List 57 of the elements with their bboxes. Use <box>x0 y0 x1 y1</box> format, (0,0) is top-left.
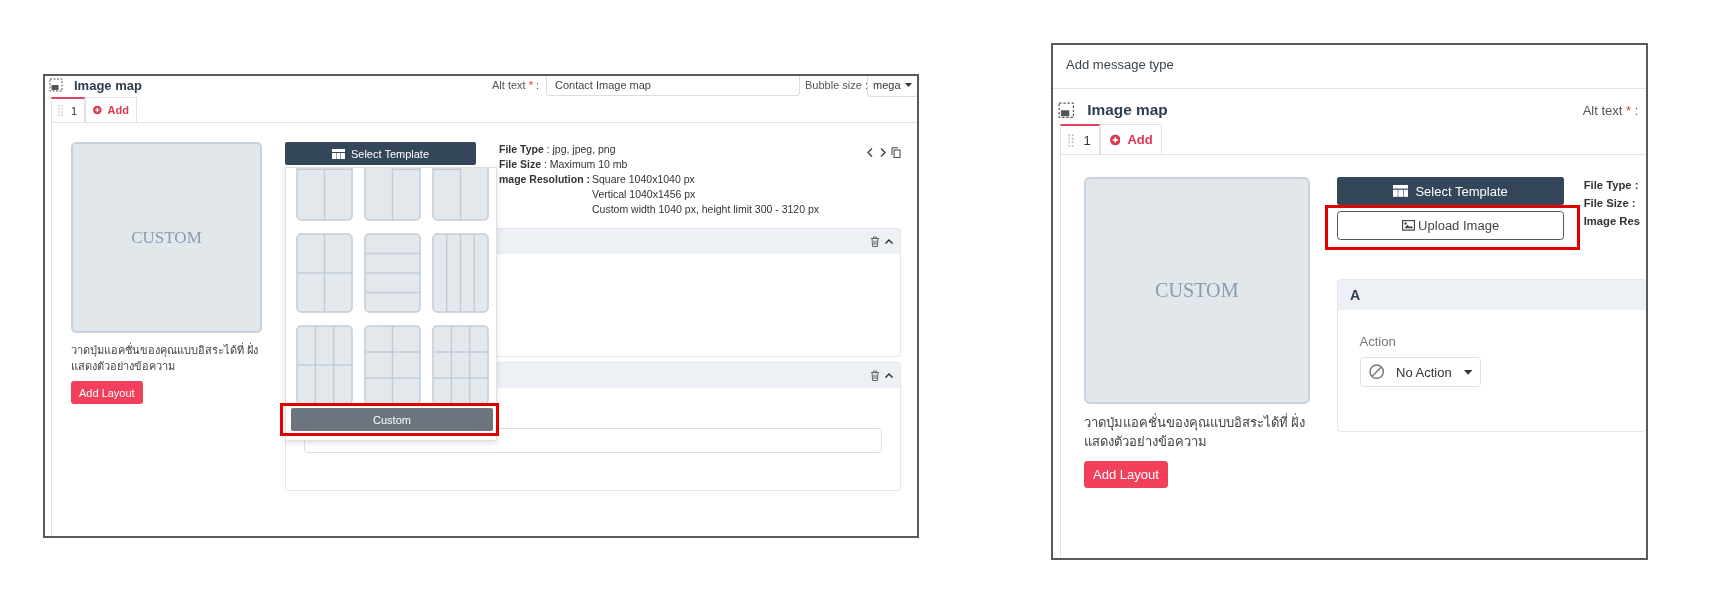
image-icon <box>1401 220 1415 231</box>
trash-icon[interactable] <box>870 370 880 381</box>
file-info-value: Square 1040x1040 px <box>592 172 696 187</box>
image-frame-icon <box>1057 101 1075 119</box>
chevron-up-icon[interactable] <box>884 236 894 247</box>
chevron-right-icon[interactable] <box>878 146 888 158</box>
dialog-title: Add message type <box>1066 57 1174 73</box>
layout-thumbnail[interactable] <box>296 325 353 404</box>
image-frame-icon <box>49 78 63 92</box>
page-tab[interactable]: 1 <box>51 97 85 122</box>
layout-thumbnail[interactable] <box>432 325 489 404</box>
caret-icon <box>1463 369 1472 375</box>
table-icon <box>331 148 345 159</box>
bubble-size-label: Bubble size : <box>805 79 867 91</box>
ban-icon <box>1368 364 1385 380</box>
drag-handle-icon[interactable] <box>58 105 63 116</box>
upload-image-button[interactable]: Upload Image <box>1336 211 1565 240</box>
add-tab[interactable]: Add <box>85 97 137 122</box>
file-info-label: mage Resolution : <box>499 172 591 187</box>
hint-text: วาดปุ่มแอคชั่นของคุณแบบอิสระได้ที่ ฝั่งแสดงตัวอย่างข้อความ <box>71 342 260 374</box>
copy-icon[interactable] <box>891 146 901 158</box>
hint-text: วาดปุ่มแอคชั่นของคุณแบบอิสระได้ที่ ฝั่งแสดงตัวอย่างข้อความ <box>1083 414 1307 452</box>
select-template-button[interactable]: Select Template <box>285 142 476 165</box>
select-template-button[interactable]: Select Template <box>1337 177 1564 205</box>
layout-thumbnail[interactable] <box>364 233 421 313</box>
panel-title: A <box>1350 287 1361 304</box>
layout-thumbnail[interactable] <box>296 233 353 313</box>
file-info-text: File Type : jpg, jpeg, png <box>499 142 616 157</box>
bubble-size-select[interactable]: mega <box>867 76 917 97</box>
plus-circle-icon <box>1109 133 1121 146</box>
file-info-text: File Size : <box>1583 196 1636 212</box>
add-layout-button[interactable]: Add Layout <box>71 381 143 404</box>
plus-circle-icon <box>93 105 102 115</box>
file-info-text: File Size : Maximum 10 mb <box>499 157 628 172</box>
chevron-up-icon[interactable] <box>884 370 894 381</box>
alt-text-label: Alt text * : <box>1582 102 1640 118</box>
file-info-value: Vertical 1040x1456 px <box>592 187 697 202</box>
file-info-text: Image Res <box>1583 214 1640 230</box>
section-title: Image map <box>1087 101 1168 120</box>
alt-text-field[interactable]: Contact Image map <box>546 76 800 96</box>
table-icon <box>1392 185 1409 198</box>
layout-thumbnail[interactable] <box>432 233 489 313</box>
action-dropdown[interactable]: No Action <box>1359 357 1482 387</box>
file-info-text: File Type : <box>1583 178 1639 194</box>
file-info-value: Custom width 1040 px, height limit 300 - 3120 px <box>592 202 820 217</box>
add-layout-button[interactable]: Add Layout <box>1083 460 1169 488</box>
alt-text-label: Alt text * : <box>492 79 541 91</box>
drag-handle-icon[interactable] <box>1068 133 1075 147</box>
layout-thumbnail[interactable] <box>364 325 421 404</box>
chevron-left-icon[interactable] <box>865 146 875 158</box>
add-tab[interactable]: Add <box>1100 124 1162 154</box>
page-tab[interactable]: 1 <box>1060 124 1101 154</box>
trash-icon[interactable] <box>870 236 880 247</box>
caret-icon <box>904 83 912 87</box>
custom-button[interactable]: Custom <box>291 408 493 431</box>
section-title: Image map <box>74 77 142 93</box>
action-label: Action <box>1359 333 1397 350</box>
